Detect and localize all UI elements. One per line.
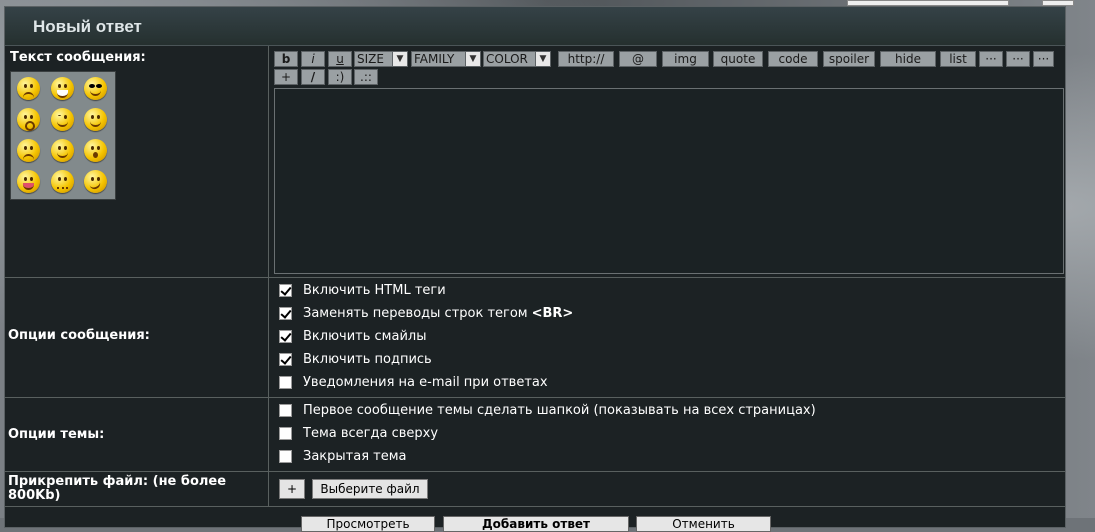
submit-reply-button[interactable]: Добавить ответ xyxy=(443,516,629,532)
post-options-label: Опции сообщения: xyxy=(8,328,150,343)
img-button[interactable]: img xyxy=(662,51,709,67)
preview-button[interactable]: Просмотреть xyxy=(301,516,435,532)
signature-label: Включить подпись xyxy=(303,351,432,367)
quote-button[interactable]: quote xyxy=(713,51,763,67)
underline-button[interactable]: u xyxy=(328,51,352,67)
more-button-2[interactable]: ··· xyxy=(1006,51,1030,67)
message-textarea[interactable] xyxy=(274,88,1064,274)
more-button-1[interactable]: ··· xyxy=(979,51,1003,67)
color-select[interactable]: COLOR ▼ xyxy=(483,51,551,67)
attach-label-cell: Прикрепить файл: (не более 800Kb) xyxy=(5,472,269,506)
smiley-tongue-icon[interactable] xyxy=(17,170,40,193)
html-tags-label: Включить HTML теги xyxy=(303,282,446,298)
smiley-smile-icon[interactable] xyxy=(51,139,74,162)
option-pin-first-post[interactable]: Первое сообщение темы сделать шапкой (по… xyxy=(279,401,816,419)
option-email-notify[interactable]: Уведомления на e-mail при ответах xyxy=(279,373,548,391)
smiley-angry-icon[interactable] xyxy=(17,77,40,100)
size-select-value: SIZE xyxy=(357,52,384,66)
message-label: Текст сообщения: xyxy=(10,50,146,65)
topic-options-label: Опции темы: xyxy=(8,427,105,442)
closed-topic-label: Закрытая тема xyxy=(303,448,407,464)
sticky-topic-label: Тема всегда сверху xyxy=(303,425,439,441)
option-sticky-topic[interactable]: Тема всегда сверху xyxy=(279,424,438,442)
br-tag-code: <BR> xyxy=(531,305,574,321)
color-select-value: COLOR xyxy=(486,52,528,66)
email-button[interactable]: @ xyxy=(619,51,657,67)
plus-button[interactable]: + xyxy=(274,69,298,85)
smiley-shocked-icon[interactable] xyxy=(17,108,40,131)
reply-form-panel: Новый ответ Текст сообщения: b i u SIZE ▼… xyxy=(4,6,1066,532)
choose-file-button[interactable]: Выберите файл xyxy=(312,479,428,499)
email-notify-label: Уведомления на e-mail при ответах xyxy=(303,374,548,390)
dots-button[interactable]: .:: xyxy=(354,69,378,85)
smile-button[interactable]: :) xyxy=(328,69,352,85)
option-signature[interactable]: Включить подпись xyxy=(279,350,432,368)
list-button[interactable]: list xyxy=(940,51,976,67)
more-button-3[interactable]: ··· xyxy=(1033,51,1054,67)
chevron-down-icon: ▼ xyxy=(535,52,550,66)
chevron-down-icon: ▼ xyxy=(392,52,407,66)
family-select[interactable]: FAMILY ▼ xyxy=(411,51,481,67)
smiley-cool-icon[interactable] xyxy=(84,77,107,100)
add-attachment-button[interactable]: + xyxy=(279,479,305,499)
option-html-tags[interactable]: Включить HTML теги xyxy=(279,281,446,299)
url-button[interactable]: http:// xyxy=(558,51,614,67)
code-button[interactable]: code xyxy=(768,51,818,67)
smiley-grin-icon[interactable] xyxy=(51,77,74,100)
option-br-tags[interactable]: Заменять переводы строк тегом <BR> xyxy=(279,304,573,322)
bold-button[interactable]: b xyxy=(274,51,298,67)
spoiler-button[interactable]: spoiler xyxy=(823,51,875,67)
smiley-wink-icon[interactable] xyxy=(51,108,74,131)
topic-options-label-cell: Опции темы: xyxy=(5,398,269,471)
slash-button[interactable]: / xyxy=(301,69,325,85)
signature-checkbox[interactable] xyxy=(279,352,292,366)
closed-topic-checkbox[interactable] xyxy=(279,449,292,463)
html-tags-checkbox[interactable] xyxy=(279,283,292,297)
email-notify-checkbox[interactable] xyxy=(279,375,292,389)
pin-first-post-label: Первое сообщение темы сделать шапкой (по… xyxy=(303,402,816,418)
page-title: Новый ответ xyxy=(33,17,142,36)
option-closed-topic[interactable]: Закрытая тема xyxy=(279,447,407,465)
post-options-label-cell: Опции сообщения: xyxy=(5,278,269,397)
pin-first-post-checkbox[interactable] xyxy=(279,403,292,417)
br-tags-label: Заменять переводы строк тегом xyxy=(303,305,528,321)
cancel-button[interactable]: Отменить xyxy=(636,516,771,532)
sticky-topic-checkbox[interactable] xyxy=(279,426,292,440)
italic-button[interactable]: i xyxy=(301,51,325,67)
chevron-down-icon: ▼ xyxy=(465,52,480,66)
size-select[interactable]: SIZE ▼ xyxy=(354,51,408,67)
option-smilies[interactable]: Включить смайлы xyxy=(279,327,426,345)
smilies-label: Включить смайлы xyxy=(303,328,427,344)
smiley-sad-icon[interactable] xyxy=(17,139,40,162)
smiley-surprised-icon[interactable] xyxy=(84,139,107,162)
hide-button[interactable]: hide xyxy=(880,51,936,67)
smiley-confused-icon[interactable] xyxy=(51,170,74,193)
smiley-laugh-icon[interactable] xyxy=(84,170,107,193)
smilies-checkbox[interactable] xyxy=(279,329,292,343)
smiley-happy-icon[interactable] xyxy=(84,108,107,131)
attach-label: Прикрепить файл: (не более 800Kb) xyxy=(8,474,227,503)
br-tags-checkbox[interactable] xyxy=(279,306,292,320)
row-divider xyxy=(5,506,1065,507)
form-header: Новый ответ xyxy=(5,7,1065,46)
smiley-panel xyxy=(10,71,116,200)
family-select-value: FAMILY xyxy=(414,52,455,66)
